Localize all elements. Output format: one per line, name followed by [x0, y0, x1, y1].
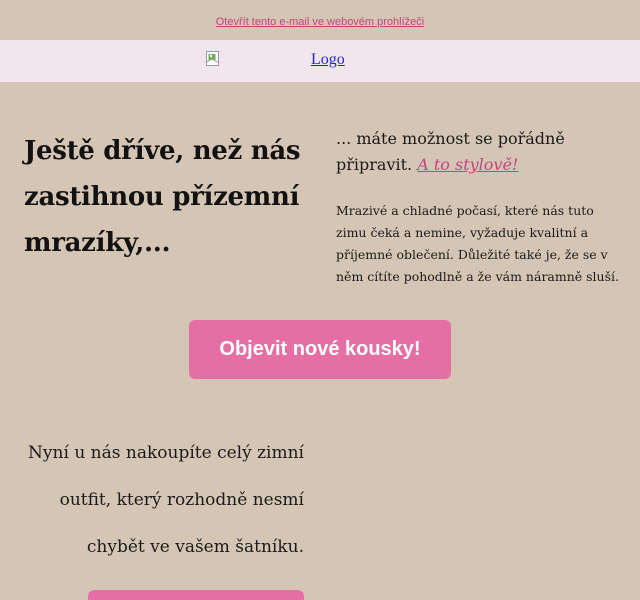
second-cta-button[interactable]	[88, 590, 304, 600]
broken-image-icon	[206, 51, 220, 66]
outfit-text: Nyní u nás nakoupíte celý zimní outfit, …	[28, 443, 304, 557]
hero-headline: Ještě dříve, než nás zastihnou přízemní …	[24, 136, 301, 258]
preheader: Otevřít tento e-mail ve webovém prohlíže…	[0, 0, 640, 40]
hero-intro-link[interactable]: A to stylově!	[417, 155, 518, 174]
logo-bar: Logo	[0, 40, 640, 82]
hero-body: Mrazivé a chladné počasí, které nás tuto…	[336, 203, 619, 284]
logo-link[interactable]: Logo	[311, 51, 345, 69]
view-in-browser-link[interactable]: Otevřít tento e-mail ve webovém prohlíže…	[216, 16, 424, 28]
discover-new-items-button[interactable]: Objevit nové kousky!	[189, 320, 451, 379]
hero-intro: ... máte možnost se pořádně připravit. A…	[336, 126, 626, 178]
